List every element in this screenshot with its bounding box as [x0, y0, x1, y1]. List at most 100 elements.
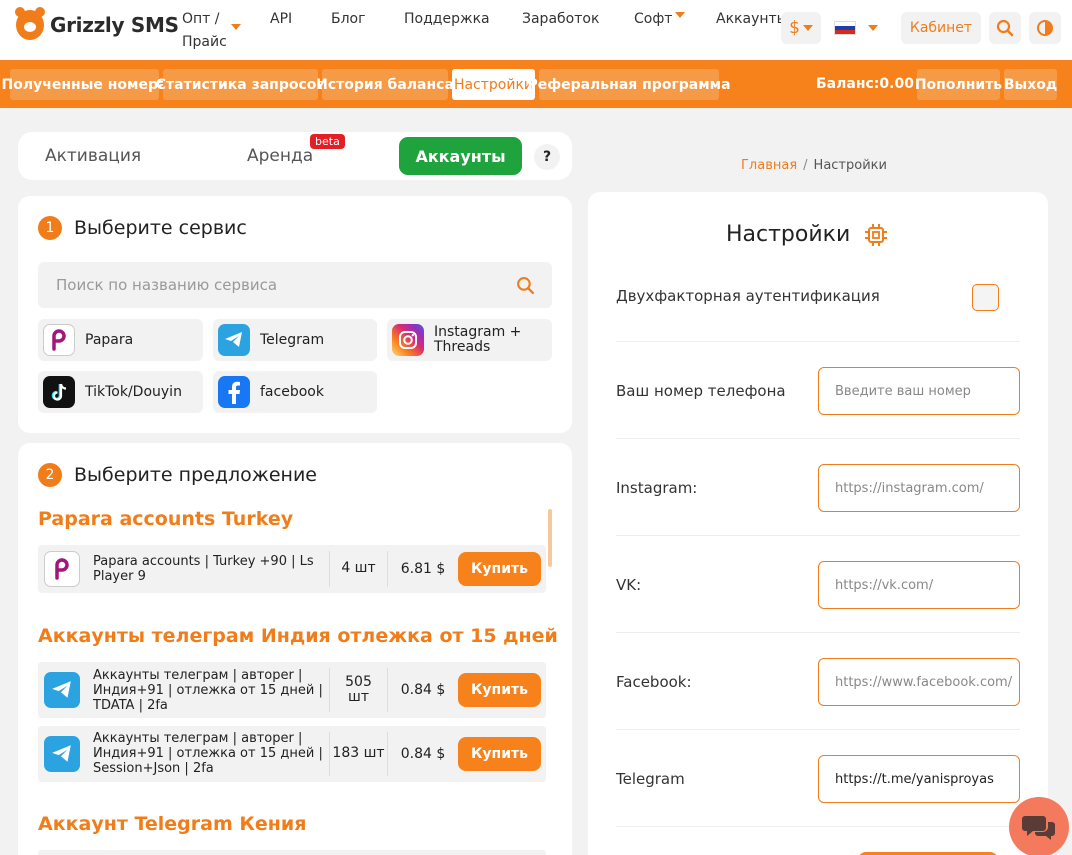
chevron-down-icon — [675, 12, 686, 18]
offer-group-title: Papara accounts Turkey — [38, 508, 294, 530]
offer-price: 0.84 $ — [400, 746, 446, 762]
offer-quantity: 183 шт — [332, 745, 385, 761]
service-facebook[interactable]: facebook — [213, 371, 377, 413]
balance-display: Баланс:0.00 $ — [816, 76, 929, 92]
buy-button[interactable]: Купить — [458, 673, 541, 707]
chevron-down-icon[interactable] — [231, 24, 241, 30]
telegram-input[interactable] — [818, 755, 1020, 803]
facebook-icon — [218, 376, 250, 408]
phone-input[interactable] — [818, 367, 1020, 415]
tab-referral[interactable]: Реферальная программа — [527, 69, 731, 100]
offer-name: Аккаунты телеграм | автореr | Индия+91 |… — [93, 668, 323, 713]
logo[interactable]: Grizzly SMS — [15, 7, 179, 40]
breadcrumb-home[interactable]: Главная — [741, 158, 797, 173]
two-factor-checkbox[interactable] — [972, 284, 999, 311]
offer-name: Аккаунты телеграм | автореr | Индия+91 |… — [93, 731, 323, 776]
offer-row: Аккаунты телеграм | автореr | Индия+91 |… — [38, 662, 546, 718]
russia-flag-icon — [834, 21, 856, 35]
facebook-input[interactable] — [818, 658, 1020, 706]
step2-title: 2 Выберите предложение — [38, 463, 317, 487]
vk-label: VK: — [616, 576, 642, 594]
offer-group-title: Аккаунт Telegram Кения — [38, 813, 307, 835]
breadcrumb: Главная / Настройки — [741, 158, 887, 173]
facebook-label: Facebook: — [616, 673, 692, 691]
tab-balance-history[interactable]: История баланса — [316, 69, 454, 100]
language-select[interactable] — [830, 12, 882, 44]
telegram-icon — [44, 736, 80, 772]
nav-opt-price[interactable]: Опт / Прайс — [182, 8, 227, 54]
step-number: 1 — [38, 216, 62, 240]
bear-logo-icon — [15, 7, 45, 40]
chip-icon — [865, 223, 888, 246]
instagram-row: Instagram: — [616, 439, 1020, 536]
choose-service-card: 1 Выберите сервис Papara Telegram Instag… — [18, 196, 572, 433]
telegram-label: Telegram — [616, 770, 685, 788]
offer-quantity: 4 шт — [341, 560, 376, 576]
half-sun-icon — [1037, 20, 1053, 36]
tab-received-numbers[interactable]: Полученные номера — [2, 69, 167, 100]
telegram-icon — [44, 672, 80, 708]
search-icon[interactable] — [516, 276, 535, 295]
account-subnav: Полученные номера Статистика запросов Ис… — [0, 60, 1072, 108]
theme-toggle-button[interactable] — [1029, 12, 1061, 44]
chevron-down-icon — [868, 25, 878, 31]
tab-settings[interactable]: Настройки — [452, 69, 535, 100]
service-type-tabs: Активация Аренда beta Аккаунты ? — [18, 132, 572, 180]
cabinet-button[interactable]: Кабинет — [901, 12, 981, 44]
settings-card: Настройки Двухфакторная аутентификация В… — [588, 192, 1048, 855]
step1-title: 1 Выберите сервис — [38, 216, 247, 240]
top-header: Grizzly SMS Опт / Прайс API Блог Поддерж… — [0, 0, 1072, 60]
service-telegram[interactable]: Telegram — [213, 319, 377, 361]
nav-earn[interactable]: Заработок — [522, 8, 599, 31]
instagram-label: Instagram: — [616, 479, 698, 497]
page-title: Настройки — [726, 222, 888, 247]
instagram-input[interactable] — [818, 464, 1020, 512]
facebook-row: Facebook: — [616, 633, 1020, 730]
buy-button[interactable]: Купить — [458, 737, 541, 771]
offers-scrollbar[interactable] — [548, 509, 552, 567]
nav-support[interactable]: Поддержка — [404, 8, 490, 31]
phone-label: Ваш номер телефона — [616, 382, 786, 400]
vk-row: VK: — [616, 536, 1020, 633]
vk-input[interactable] — [818, 561, 1020, 609]
chat-button[interactable] — [1009, 797, 1069, 855]
search-button[interactable] — [989, 12, 1021, 44]
telegram-icon — [218, 324, 250, 356]
beta-badge: beta — [310, 134, 345, 149]
buy-button[interactable]: Купить — [458, 552, 541, 586]
nav-blog[interactable]: Блог — [331, 8, 365, 31]
offer-row: Papara accounts | Turkey +90 | Ls Player… — [38, 545, 546, 593]
service-tiktok[interactable]: TikTok/Douyin — [38, 371, 203, 413]
breadcrumb-current: Настройки — [813, 158, 887, 173]
nav-api[interactable]: API — [270, 8, 292, 31]
offer-price: 6.81 $ — [400, 561, 446, 577]
tab-activation[interactable]: Активация — [45, 146, 141, 166]
offer-name: Papara accounts | Turkey +90 | Ls Player… — [93, 554, 314, 584]
two-factor-row: Двухфакторная аутентификация — [616, 264, 1020, 342]
topup-button[interactable]: Пополнить — [915, 69, 1002, 100]
service-instagram[interactable]: Instagram + Threads — [387, 319, 552, 361]
service-papara[interactable]: Papara — [38, 319, 203, 361]
offer-quantity: 505 шт — [345, 674, 372, 705]
tab-request-stats[interactable]: Статистика запросов — [156, 69, 325, 100]
help-button[interactable]: ? — [534, 144, 560, 170]
service-search-input[interactable] — [38, 262, 552, 308]
two-factor-label: Двухфакторная аутентификация — [616, 287, 880, 305]
nav-accounts[interactable]: Аккаунты — [716, 8, 788, 31]
instagram-icon — [392, 324, 424, 356]
choose-offer-card: 2 Выберите предложение Papara accounts T… — [18, 443, 572, 855]
currency-select[interactable]: $ — [781, 12, 821, 44]
tab-rent[interactable]: Аренда — [247, 146, 313, 166]
tiktok-icon — [43, 376, 75, 408]
tab-accounts[interactable]: Аккаунты — [399, 137, 522, 175]
chevron-down-icon — [802, 25, 813, 31]
brand-name: Grizzly SMS — [50, 13, 179, 37]
phone-row: Ваш номер телефона — [616, 342, 1020, 439]
offer-group-title: Аккаунты телеграм Индия отлежка от 15 дн… — [38, 625, 558, 647]
logout-button[interactable]: Выход — [1004, 69, 1057, 100]
chat-bubbles-icon — [1022, 816, 1055, 840]
nav-soft[interactable]: Софт — [634, 8, 686, 31]
offer-row: Аккаунты телеграм | автореr | Индия+91 |… — [38, 726, 546, 782]
papara-icon — [44, 551, 80, 587]
telegram-row: Telegram — [616, 730, 1020, 827]
